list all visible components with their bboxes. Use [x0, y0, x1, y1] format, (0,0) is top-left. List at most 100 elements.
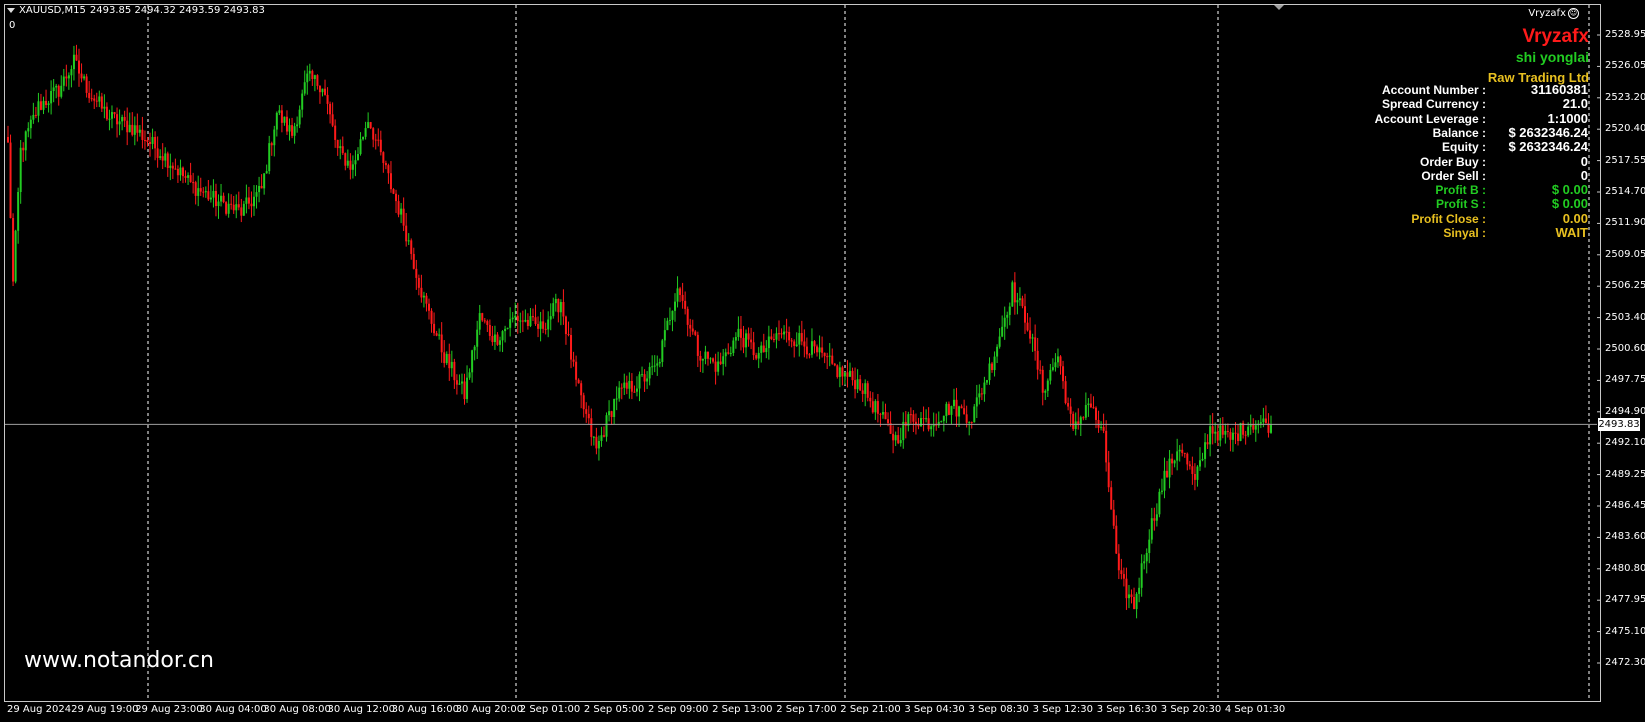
candle-body — [788, 331, 791, 341]
candle-body — [433, 323, 436, 334]
candle-body — [1064, 381, 1067, 404]
candle-body — [729, 353, 732, 355]
panel-row-value: 21.0 — [1562, 96, 1588, 112]
watermark: www.notandor.cn — [24, 648, 214, 673]
candle-body — [1150, 518, 1153, 540]
candle-body — [435, 333, 438, 336]
candle-body — [547, 319, 550, 330]
candle-body — [501, 331, 504, 341]
candle-body — [321, 88, 324, 93]
candle-body — [544, 328, 547, 330]
candle-body — [197, 188, 200, 196]
candle-body — [1084, 405, 1087, 418]
candle-body — [166, 153, 169, 168]
candle-body — [443, 352, 446, 364]
smiley-icon: ☺ — [1568, 8, 1579, 19]
chart-menu-icon[interactable] — [7, 8, 15, 13]
candle-body — [1100, 426, 1103, 428]
candle-body — [706, 351, 709, 359]
candle-body — [1140, 563, 1143, 588]
candle-body — [52, 87, 55, 92]
candle-body — [169, 165, 172, 168]
candle-body — [232, 204, 235, 211]
candle-body — [466, 377, 469, 400]
candle-body — [24, 131, 27, 151]
candle-body — [34, 114, 37, 116]
candle-body — [1082, 417, 1085, 419]
candle-body — [1188, 464, 1191, 467]
candle-body — [679, 288, 682, 295]
candle-body — [136, 125, 139, 133]
price-tick-label: 2489.25 — [1605, 468, 1645, 480]
time-tick-label: 2 Sep 01:00 — [519, 704, 581, 715]
candle-body — [1001, 326, 1004, 337]
candle-body — [681, 294, 684, 301]
candle-body — [235, 204, 238, 211]
indicator-name[interactable]: Vryzafx ☺ — [1528, 8, 1579, 19]
candle-body — [270, 143, 273, 146]
candle-body — [131, 124, 134, 135]
candle-body — [468, 372, 471, 378]
candle-body — [214, 191, 217, 207]
candle-body — [428, 303, 430, 311]
candle-body — [384, 162, 387, 166]
candle-body — [1051, 367, 1054, 370]
candle-body — [1183, 452, 1186, 454]
candle-body — [438, 334, 441, 336]
candle-body — [100, 96, 103, 109]
candle-body — [1062, 366, 1065, 382]
candle-body — [1046, 380, 1049, 391]
candle-body — [486, 321, 489, 325]
candle-body — [608, 411, 611, 416]
candle-body — [1092, 407, 1095, 409]
candle-body — [531, 316, 534, 318]
candle-body — [965, 414, 968, 423]
time-tick-label: 2 Sep 09:00 — [648, 704, 709, 715]
candle-body — [14, 230, 17, 282]
candle-body — [1029, 330, 1032, 339]
candle-body — [359, 139, 362, 155]
candle-body — [674, 301, 677, 311]
candle-body — [722, 356, 725, 364]
candle-body — [7, 137, 9, 143]
candle-body — [1011, 282, 1014, 307]
candle-body — [765, 348, 768, 353]
candle-body — [60, 85, 63, 97]
panel-brand: Vryzafx — [1522, 26, 1589, 47]
candle-body — [400, 208, 403, 215]
candle-body — [836, 365, 839, 377]
candle-body — [633, 391, 636, 393]
candle-body — [161, 156, 164, 161]
candle-body — [12, 218, 15, 282]
candle-body — [113, 112, 116, 115]
candle-body — [50, 91, 53, 104]
candle-body — [488, 324, 491, 336]
candle-body — [800, 333, 803, 342]
candle-body — [1145, 552, 1148, 562]
candle-body — [499, 340, 502, 345]
time-tick-label: 29 Aug 23:00 — [135, 704, 203, 715]
chart-shift-marker[interactable] — [1274, 5, 1284, 10]
candle-body — [1125, 578, 1128, 599]
price-tick-label: 2528.95 — [1605, 29, 1645, 40]
candle-body — [750, 339, 753, 343]
candle-body — [37, 101, 40, 116]
candle-body — [1262, 418, 1265, 423]
candle-body — [1102, 426, 1105, 431]
candle-body — [311, 70, 314, 80]
candle-body — [600, 435, 603, 441]
candle-body — [448, 353, 451, 369]
candle-body — [1239, 422, 1242, 441]
candle-body — [141, 129, 144, 140]
candle-body — [899, 440, 902, 444]
candle-body — [128, 124, 131, 133]
candle-body — [818, 347, 821, 353]
candle-body — [1264, 418, 1267, 424]
candle-body — [395, 193, 398, 202]
candle-body — [955, 399, 958, 417]
candle-body — [646, 378, 649, 382]
candle-body — [927, 418, 930, 430]
price-tick-label: 2475.10 — [1605, 625, 1645, 637]
candle-body — [83, 76, 86, 79]
candle-body — [356, 154, 359, 161]
